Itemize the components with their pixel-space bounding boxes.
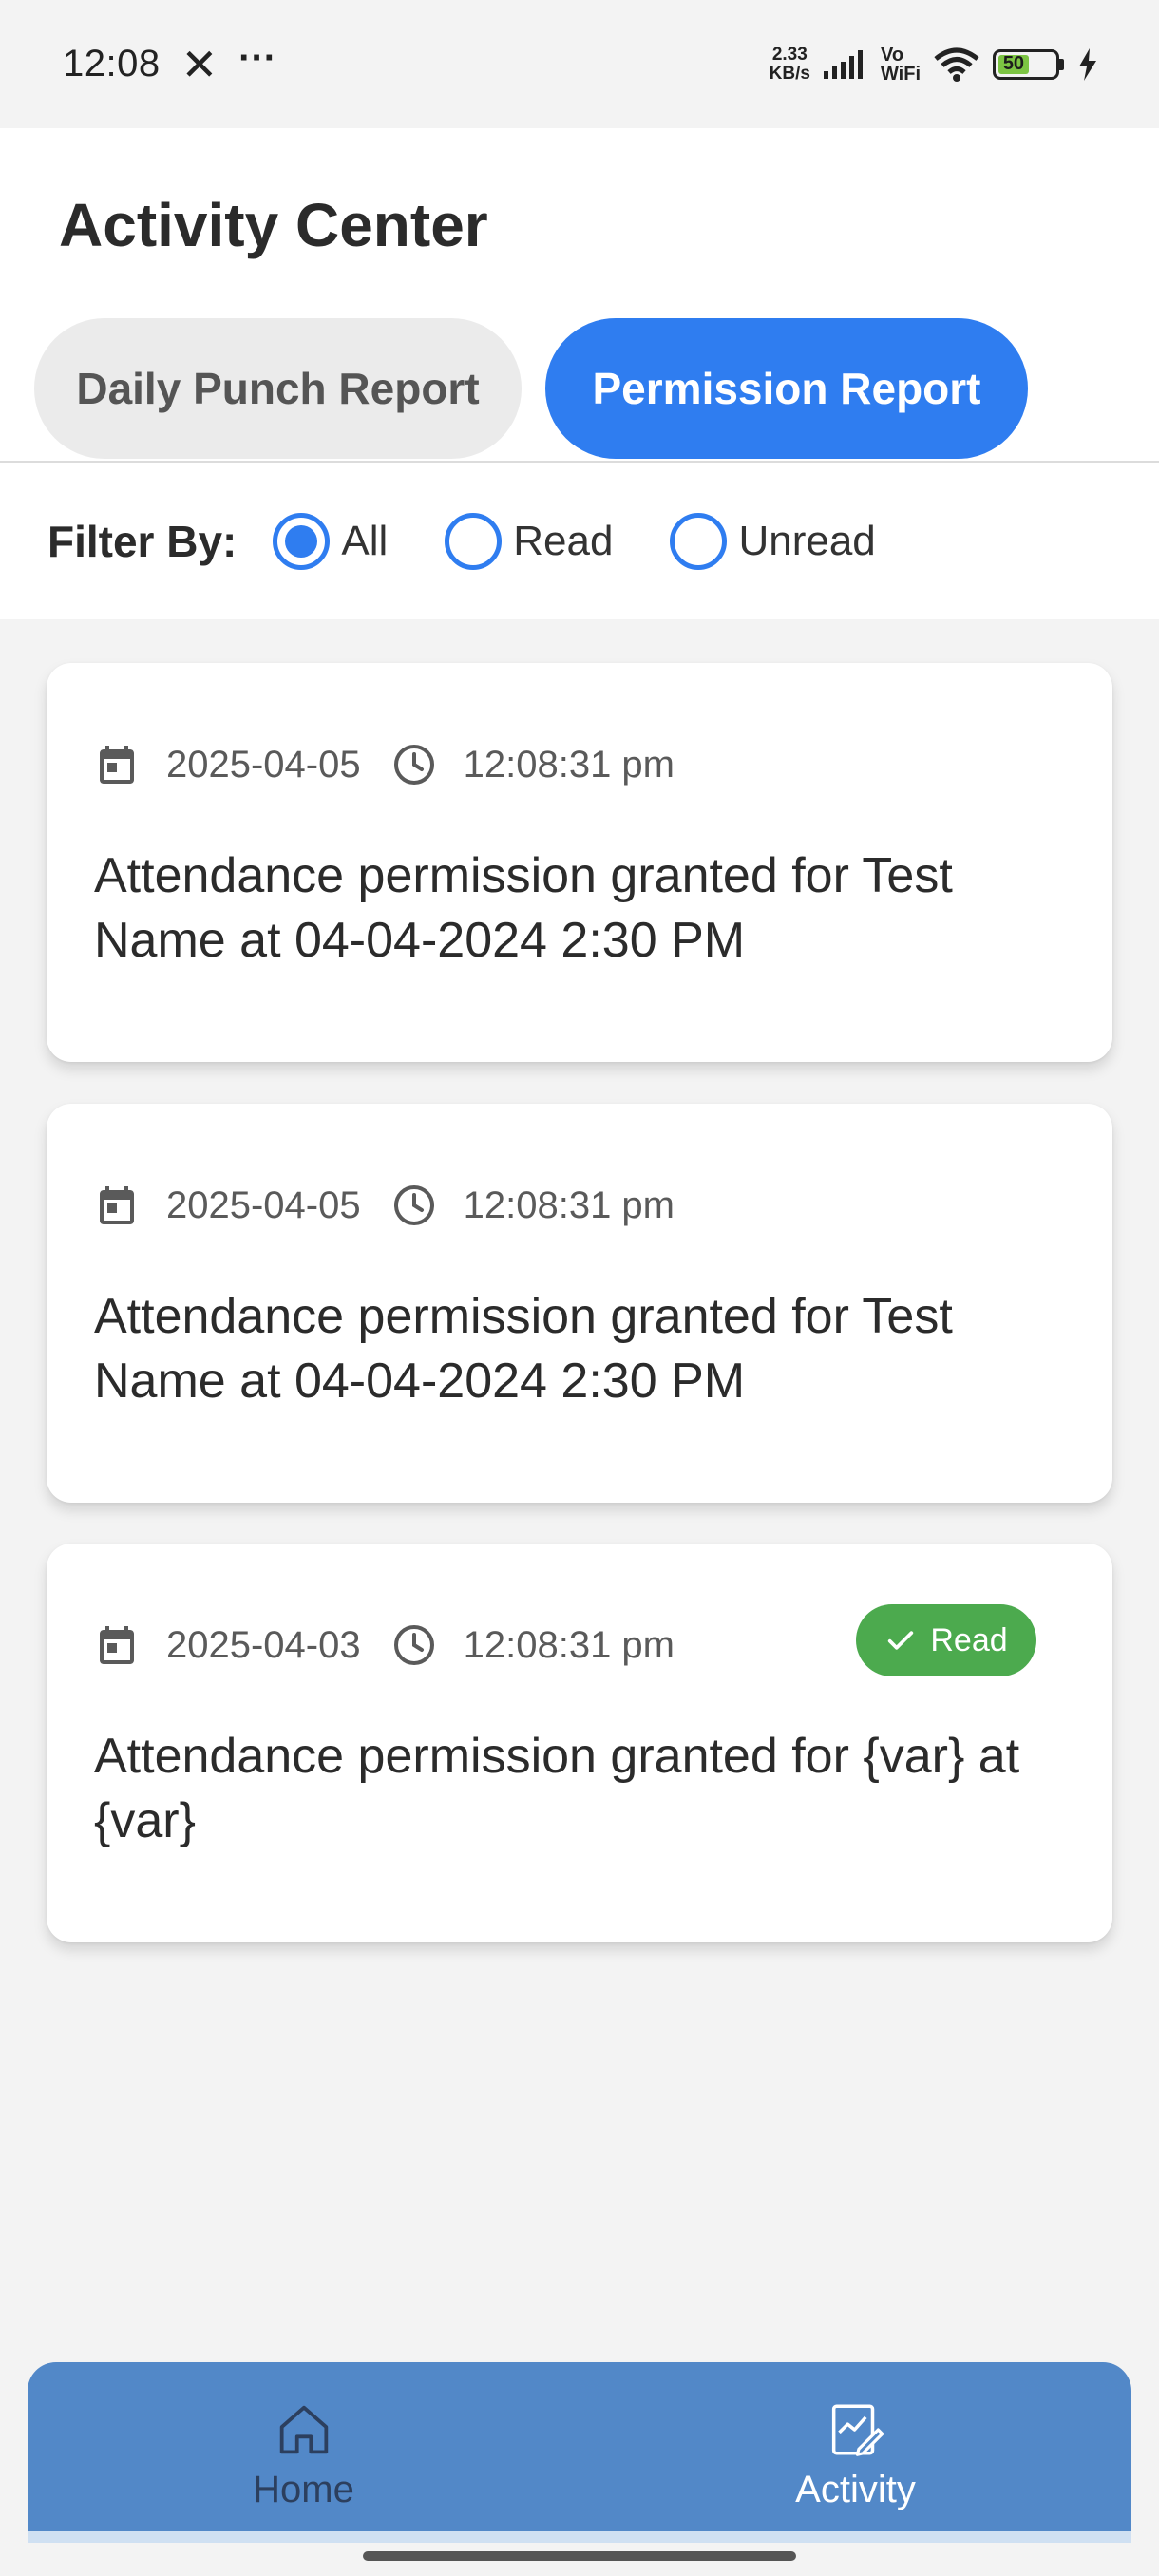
filter-option-label: Unread	[738, 517, 876, 564]
nav-label: Home	[253, 2469, 354, 2510]
status-bar: 12:08 ✕ ··· 2.33 KB/s Vo WiFi 50	[0, 0, 1159, 128]
page-title: Activity Center	[59, 191, 488, 259]
clock-icon	[393, 1185, 434, 1225]
signal-icon	[823, 49, 863, 79]
close-notification-icon: ✕	[180, 39, 218, 89]
activity-card[interactable]: 2025-04-05 12:08:31 pm Attendance permis…	[47, 1104, 1112, 1503]
filter-option-unread[interactable]: Unread	[670, 512, 876, 570]
filter-option-label: Read	[513, 517, 614, 564]
calendar-icon	[100, 746, 134, 784]
card-message: Attendance permission granted for Test N…	[94, 1289, 953, 1409]
read-status-badge: Read	[856, 1604, 1036, 1676]
header: Activity Center Daily Punch Report Permi…	[0, 128, 1159, 463]
activity-icon	[831, 2404, 884, 2456]
calendar-icon	[100, 1186, 134, 1224]
filter-option-all[interactable]: All	[273, 512, 389, 570]
card-message: Attendance permission granted for Test N…	[94, 848, 953, 968]
clock-icon	[393, 1625, 434, 1665]
tab-daily-punch-report[interactable]: Daily Punch Report	[34, 318, 522, 459]
home-icon	[279, 2405, 328, 2454]
card-time: 12:08:31 pm	[463, 743, 674, 786]
tab-permission-report[interactable]: Permission Report	[545, 318, 1028, 459]
network-speed: 2.33 KB/s	[769, 44, 810, 84]
activity-card[interactable]: 2025-04-05 12:08:31 pm Attendance permis…	[47, 663, 1112, 1062]
card-date: 2025-04-05	[166, 743, 361, 786]
card-date: 2025-04-05	[166, 1184, 361, 1226]
card-time: 12:08:31 pm	[463, 1184, 674, 1226]
card-date: 2025-04-03	[166, 1623, 361, 1666]
filter-bar: Filter By: All Read Unread	[0, 463, 1159, 619]
charging-icon	[1079, 47, 1096, 81]
screen: 12:08 ✕ ··· 2.33 KB/s Vo WiFi 50 Activit…	[0, 0, 1159, 2576]
nav-item-activity[interactable]: Activity	[580, 2362, 1131, 2535]
nav-bottom-edge	[28, 2531, 1131, 2543]
battery-icon: 50	[993, 48, 1059, 80]
vowifi-indicator: Vo WiFi	[880, 44, 921, 85]
filter-option-label: All	[341, 517, 389, 564]
clock-icon	[393, 745, 434, 785]
filter-label: Filter By:	[48, 516, 238, 566]
wifi-icon	[934, 47, 979, 82]
more-notifications-icon: ···	[238, 36, 277, 79]
card-message: Attendance permission granted for {var} …	[94, 1729, 1020, 1848]
nav-label: Activity	[795, 2469, 916, 2510]
card-time: 12:08:31 pm	[463, 1623, 674, 1666]
nav-item-home[interactable]: Home	[28, 2362, 580, 2535]
home-indicator[interactable]	[363, 2551, 796, 2561]
activity-card[interactable]: 2025-04-03 12:08:31 pm Read Attendance p…	[47, 1544, 1112, 1942]
bottom-navigation: Home Activity	[28, 2362, 1131, 2535]
radio-unselected-icon[interactable]	[670, 512, 728, 570]
checkmark-icon	[888, 1631, 914, 1650]
calendar-icon	[100, 1626, 134, 1664]
radio-unselected-icon[interactable]	[445, 512, 503, 570]
radio-selected-icon[interactable]	[273, 512, 331, 570]
filter-option-read[interactable]: Read	[445, 512, 614, 570]
status-time: 12:08	[63, 43, 161, 85]
read-badge-label: Read	[930, 1621, 1008, 1658]
